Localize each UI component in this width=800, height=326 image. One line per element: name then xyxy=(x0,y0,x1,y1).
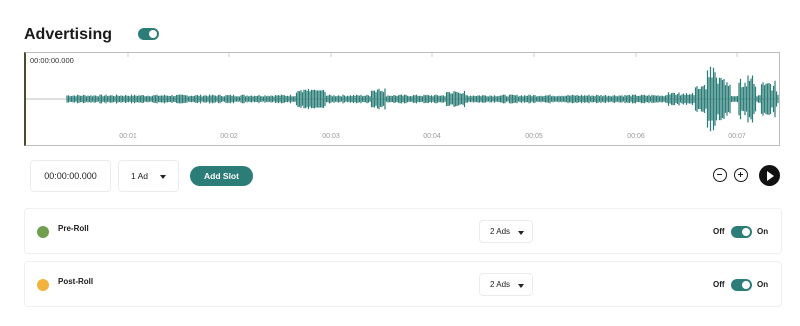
tick-label: 00:06 xyxy=(627,133,645,140)
tick-label: 00:05 xyxy=(525,133,543,140)
caret-down-icon xyxy=(518,284,524,288)
ads-count-value: 1 Ad xyxy=(131,171,149,181)
on-label: On xyxy=(757,280,769,289)
slot-ads-value: 2 Ads xyxy=(490,227,511,236)
caret-down-icon xyxy=(518,231,524,235)
controls-bar: 00:00:00.000 1 Ad Add Slot xyxy=(30,160,782,192)
waveform-timestamp: 00:00:00.000 xyxy=(30,56,74,65)
slot-name: Post-Roll xyxy=(58,277,94,286)
advertising-toggle[interactable] xyxy=(138,28,159,40)
status-dot xyxy=(37,279,49,291)
toggle-knob xyxy=(149,30,157,38)
toggle-knob xyxy=(742,228,750,236)
add-slot-button[interactable]: Add Slot xyxy=(190,166,253,186)
on-label: On xyxy=(757,227,769,236)
slot-ads-value: 2 Ads xyxy=(490,280,511,289)
audio-waveform[interactable]: 00:00:00.000 00:01 00:02 00:03 00:04 00:… xyxy=(24,52,780,146)
off-label: Off xyxy=(713,280,725,289)
toggle-knob xyxy=(742,281,750,289)
slot-name: Pre-Roll xyxy=(58,224,89,233)
waveform-graph[interactable] xyxy=(26,53,780,145)
time-input[interactable]: 00:00:00.000 xyxy=(30,160,111,192)
zoom-in-icon[interactable] xyxy=(734,168,748,182)
waveform-path xyxy=(66,66,779,132)
tick-label: 00:02 xyxy=(220,133,238,140)
page-title: Advertising xyxy=(24,26,113,43)
tick-label: 00:07 xyxy=(728,133,746,140)
status-dot xyxy=(37,226,49,238)
off-label: Off xyxy=(713,227,725,236)
tick-label: 00:04 xyxy=(423,133,441,140)
slot-ads-select[interactable]: 2 Ads xyxy=(479,273,533,296)
slot-row-pre-roll: Pre-Roll 2 Ads Off On xyxy=(24,208,782,254)
ads-count-select[interactable]: 1 Ad xyxy=(118,160,179,192)
zoom-out-icon[interactable] xyxy=(713,168,727,182)
tick-label: 00:03 xyxy=(322,133,340,140)
caret-down-icon xyxy=(160,175,166,179)
slot-ads-select[interactable]: 2 Ads xyxy=(479,220,533,243)
play-icon[interactable] xyxy=(759,165,780,186)
tick-label: 00:01 xyxy=(119,133,137,140)
page-header: Advertising xyxy=(24,24,159,46)
slot-row-post-roll: Post-Roll 2 Ads Off On xyxy=(24,261,782,307)
slot-enabled-toggle[interactable] xyxy=(731,226,752,238)
slot-enabled-toggle[interactable] xyxy=(731,279,752,291)
